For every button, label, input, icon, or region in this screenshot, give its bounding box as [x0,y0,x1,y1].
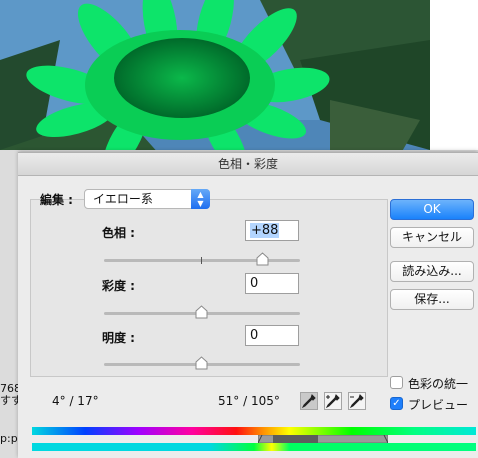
source-color-bar [32,427,476,435]
lightness-input[interactable]: 0 [245,325,299,346]
hue-value: +88 [250,223,280,238]
dialog-title: 色相・彩度 [18,153,478,176]
hue-center-tick [201,257,202,264]
edit-channel-select[interactable]: イエロー系 ▲ ▼ [84,189,210,209]
range-left-readout: 4° / 17° [52,394,99,408]
lightness-slider-thumb[interactable] [195,356,208,370]
eyedropper-plus-button[interactable] [324,392,342,410]
lightness-label: 明度 : [102,331,135,345]
ok-button[interactable]: OK [390,199,474,220]
adjustment-group [30,199,388,377]
edit-channel-value: イエロー系 [93,192,153,206]
colorize-label: 色彩の統一 [408,377,469,391]
chevron-updown-icon: ▲ ▼ [191,189,210,209]
hue-saturation-dialog: 色相・彩度 編集 : イエロー系 ▲ ▼ 色相 : +88 彩度 : 0 明度 :… [18,152,478,458]
eyedropper-icon [301,394,316,409]
eyedropper-button[interactable] [300,392,318,410]
cancel-button[interactable]: キャンセル [390,227,474,248]
saturation-input[interactable]: 0 [245,273,299,294]
result-color-bar [32,443,476,451]
hue-range-selector[interactable] [258,435,388,443]
lightness-value: 0 [250,328,259,343]
save-button[interactable]: 保存... [390,289,474,310]
preview-checkbox[interactable]: ✓ [390,397,403,410]
edit-label: 編集 : [40,193,73,207]
hue-slider-track[interactable] [104,259,300,262]
preview-label: プレビュー [408,398,469,412]
saturation-label: 彩度 : [102,279,135,293]
hue-label: 色相 : [102,226,135,240]
saturation-slider-thumb[interactable] [195,305,208,319]
eyedropper-plus-icon [325,394,340,409]
saturation-value: 0 [250,276,259,291]
eyedropper-minus-button[interactable] [348,392,366,410]
load-button[interactable]: 読み込み... [390,261,474,282]
range-right-readout: 51° / 105° [218,394,280,408]
eyedropper-minus-icon [349,394,364,409]
hue-input[interactable]: +88 [245,220,299,241]
colorize-checkbox[interactable] [390,376,403,389]
hue-slider-thumb[interactable] [256,252,269,266]
side-text-3: p:p [0,432,18,445]
